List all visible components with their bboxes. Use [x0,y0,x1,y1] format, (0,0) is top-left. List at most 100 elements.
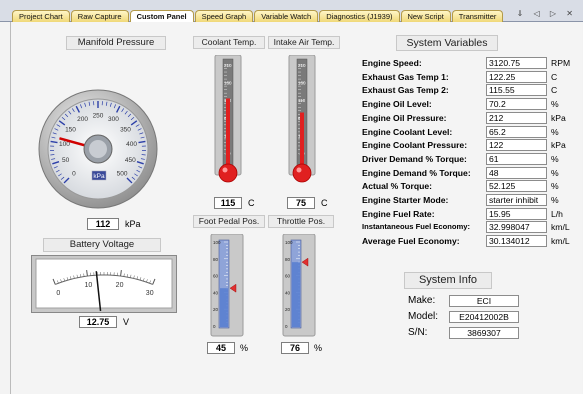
sn-label: S/N: [408,327,428,338]
sysvar-value: starter inhibit [486,194,547,206]
battery-voltage-meter: 0 10 20 30 [31,255,177,313]
pedal-value: 45 [207,342,235,354]
throttle-bar: 100806040200 [282,234,316,337]
tab-speed-graph[interactable]: Speed Graph [194,10,254,22]
thermo-bulb [292,163,312,183]
sysvar-value: 122 [486,139,547,152]
bar-fill [292,262,300,327]
sysvar-label: Engine Starter Mode: [362,195,449,205]
throttle-title: Throttle Pos. [268,215,334,228]
manifold-value: 112 [87,218,119,230]
system-variables-title: System Variables [396,35,498,51]
throttle-unit: % [314,343,323,353]
sysvar-value: 3120.75 [486,57,547,69]
tab-custom-panel[interactable]: Custom Panel [129,10,194,22]
thermo-bulb [218,163,238,183]
tab-strip: Project Chart Raw Capture Custom Panel S… [0,0,583,22]
sysvar-label: Engine Coolant Pressure: [362,140,468,151]
tab-transmitter[interactable]: Transmitter [451,10,504,22]
gauge-tick-label: 350 [120,127,131,134]
sysvar-unit: km/L [551,236,570,247]
pedal-unit: % [240,343,249,353]
sysvar-label: Engine Speed: [362,58,422,68]
bar-tick-label: 60 [285,274,291,279]
sysvar-unit: kPa [551,140,566,151]
sysvar-value: 115.55 [486,84,547,97]
model-value: E20412002B [449,311,519,323]
system-info-title: System Info [404,272,492,289]
sysvar-unit: L/h [551,208,563,219]
intake-air-thermometer: 2101601106010-40 [288,55,316,183]
foot-pedal-bar: 100806040200 [210,234,244,337]
sysvar-label: Average Fuel Economy: [362,236,460,247]
sysvar-label: Engine Oil Level: [362,99,432,110]
gauge-tick-label: 500 [117,171,128,178]
sysvar-label: Actual % Torque: [362,181,433,192]
manifold-unit: kPa [125,219,141,229]
bar-tick-label: 80 [213,257,219,262]
sysvar-label: Engine Oil Pressure: [362,112,447,123]
make-label: Make: [408,295,436,306]
sysvar-label: Driver Demand % Torque: [362,153,467,164]
thermo-tick-label: 110 [298,98,306,103]
tab-raw-capture[interactable]: Raw Capture [70,10,129,22]
bar-tick-label: 80 [285,257,291,262]
bar-tick-label: 100 [285,240,293,245]
gauge-tick-label: 50 [62,157,70,164]
thermo-mercury [226,98,230,167]
manifold-title: Manifold Pressure [66,36,166,50]
gauge-tick-label: 200 [77,116,88,123]
meter-tick-label: 30 [146,290,154,297]
meter-tick-label: 20 [116,282,124,289]
bar-tick-label: 20 [285,307,291,312]
bar-tick-label: 40 [285,290,291,295]
tab-nav-controls[interactable]: ⇓ ◁ ▷ ✕ [517,9,577,18]
sysvar-unit: C [551,71,558,82]
sysvar-value: 32.998047 [486,221,547,234]
battery-unit: V [123,317,130,327]
intake-unit: C [321,198,328,208]
sysvar-unit: % [551,181,559,192]
tab-diagnostics[interactable]: Diagnostics (J1939) [319,10,400,22]
sysvar-unit: C [551,85,558,96]
gauge-tick-label: 450 [125,157,136,164]
gauge-tick [50,154,55,156]
battery-title: Battery Voltage [43,238,161,252]
gauge-hub-inner [89,140,107,158]
tab-new-script[interactable]: New Script [400,10,451,22]
tab-variable-watch[interactable]: Variable Watch [254,10,319,22]
bar-tick-label: 40 [213,290,219,295]
bar-tick-label: 60 [213,274,219,279]
sysvar-unit: % [551,99,559,110]
thermo-tick-label: 210 [298,63,306,68]
sysvar-label: Engine Fuel Rate: [362,208,435,219]
model-label: Model: [408,311,439,322]
sysvar-unit: % [551,153,559,164]
thermo-mercury [300,112,304,167]
sysvar-value: 65.2 [486,125,547,138]
tab-list: Project Chart Raw Capture Custom Panel S… [12,10,504,22]
sysvar-label: Exhaust Gas Temp 2: [362,85,449,96]
meter-face [35,258,173,309]
bar-fill [220,288,228,327]
sysvar-value: 61 [486,152,547,165]
coolant-value: 115 [214,197,242,209]
thermo-tick-label: 210 [224,63,232,68]
sysvar-unit: km/L [551,222,570,233]
sysvar-label: Exhaust Gas Temp 1: [362,71,449,82]
sysvar-unit: kPa [551,112,566,123]
sysvar-unit: RPM [551,58,571,68]
sysvar-label: Engine Demand % Torque: [362,167,471,178]
sysvar-unit: % [551,195,559,205]
gauge-tick-label: 300 [108,116,119,123]
bar-tick-label: 20 [213,307,219,312]
gauge-tick-label: 150 [65,127,76,134]
thermo-bulb-shine [222,167,228,173]
gauge-tick-label: 400 [126,141,137,148]
sysvar-value: 70.2 [486,98,547,111]
battery-value: 12.75 [79,316,117,328]
coolant-unit: C [248,198,255,208]
sn-value: 3869307 [449,327,519,339]
custom-panel: Manifold Pressure 0 50 100 150 200 250 300 350 4… [10,22,582,394]
tab-project-chart[interactable]: Project Chart [12,10,70,22]
